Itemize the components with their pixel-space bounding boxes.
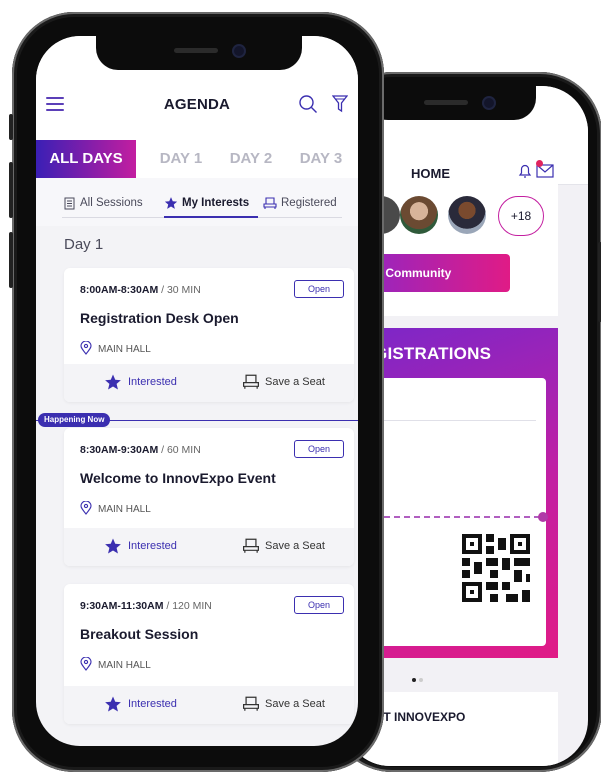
notch	[366, 86, 536, 120]
interested-button[interactable]: Interested	[128, 698, 177, 710]
day-tabs: ALL DAYS DAY 1 DAY 2 DAY 3	[36, 140, 358, 179]
qr-code-icon	[462, 534, 530, 602]
page-title: HOME	[411, 166, 450, 181]
camera	[484, 98, 494, 108]
session-filter-tabs: All Sessions My Interests Registered	[36, 178, 358, 226]
phone-front: AGENDA ALL DAYS DAY 1 DAY 2 DAY 3 All Se…	[9, 12, 384, 772]
star-icon	[164, 197, 178, 209]
star-icon[interactable]	[104, 695, 122, 713]
session-time: 8:30AM-9:30AM / 60 MIN	[80, 444, 201, 456]
session-title: Welcome to InnovExpo Event	[80, 470, 276, 486]
save-seat-button[interactable]: Save a Seat	[265, 698, 325, 710]
notch	[96, 34, 302, 70]
session-title: Breakout Session	[80, 626, 199, 642]
session-time: 8:00AM-8:30AM / 30 MIN	[80, 284, 201, 296]
tab-all-sessions[interactable]: All Sessions	[80, 197, 143, 209]
seat-icon[interactable]	[242, 538, 260, 554]
notification-dot	[536, 160, 543, 167]
interested-button[interactable]: Interested	[128, 376, 177, 388]
seat-icon	[263, 197, 277, 209]
star-icon[interactable]	[104, 537, 122, 555]
mute-switch	[9, 114, 13, 140]
carousel-pager	[412, 669, 426, 687]
speaker	[174, 48, 218, 53]
session-location: MAIN HALL	[98, 344, 151, 355]
seat-icon[interactable]	[242, 374, 260, 390]
star-icon[interactable]	[104, 373, 122, 391]
status-badge: Open	[294, 280, 344, 298]
perforation-notch	[538, 512, 548, 522]
location-pin-icon	[80, 657, 92, 671]
happening-now-badge: Happening Now	[38, 413, 111, 427]
location-pin-icon	[80, 341, 92, 355]
session-location: MAIN HALL	[98, 504, 151, 515]
status-badge: Open	[294, 596, 344, 614]
session-card[interactable]: 8:00AM-8:30AM / 30 MIN Open Registration…	[64, 268, 354, 402]
camera	[234, 46, 244, 56]
filter-icon[interactable]	[332, 94, 348, 114]
volume-down-button	[9, 232, 13, 288]
avatar[interactable]	[448, 196, 486, 234]
save-seat-button[interactable]: Save a Seat	[265, 540, 325, 552]
tab-day-3[interactable]: DAY 3	[286, 140, 356, 178]
list-icon	[64, 197, 75, 210]
bell-icon[interactable]	[516, 162, 534, 180]
location-pin-icon	[80, 501, 92, 515]
session-actions: Interested Save a Seat	[64, 364, 354, 402]
session-actions: Interested Save a Seat	[64, 528, 354, 566]
seat-icon[interactable]	[242, 696, 260, 712]
active-tab-indicator	[164, 216, 258, 218]
more-members-badge[interactable]: +18	[498, 196, 544, 236]
status-badge: Open	[294, 440, 344, 458]
session-card[interactable]: 9:30AM-11:30AM / 120 MIN Open Breakout S…	[64, 584, 354, 724]
avatar[interactable]	[400, 196, 438, 234]
session-actions: Interested Save a Seat	[64, 686, 354, 724]
tab-day-1[interactable]: DAY 1	[146, 140, 216, 178]
speaker	[424, 100, 468, 105]
session-location: MAIN HALL	[98, 660, 151, 671]
search-icon[interactable]	[298, 94, 318, 114]
session-card[interactable]: 8:30AM-9:30AM / 60 MIN Open Welcome to I…	[64, 428, 354, 566]
tab-all-days[interactable]: ALL DAYS	[36, 140, 136, 178]
session-time: 9:30AM-11:30AM / 120 MIN	[80, 600, 212, 612]
day-heading: Day 1	[64, 236, 104, 253]
interested-button[interactable]: Interested	[128, 540, 177, 552]
tab-day-2[interactable]: DAY 2	[216, 140, 286, 178]
session-title: Registration Desk Open	[80, 310, 239, 326]
agenda-screen: AGENDA ALL DAYS DAY 1 DAY 2 DAY 3 All Se…	[36, 36, 358, 746]
save-seat-button[interactable]: Save a Seat	[265, 376, 325, 388]
volume-up-button	[9, 162, 13, 218]
tab-my-interests[interactable]: My Interests	[182, 197, 249, 209]
tab-registered[interactable]: Registered	[281, 197, 337, 209]
